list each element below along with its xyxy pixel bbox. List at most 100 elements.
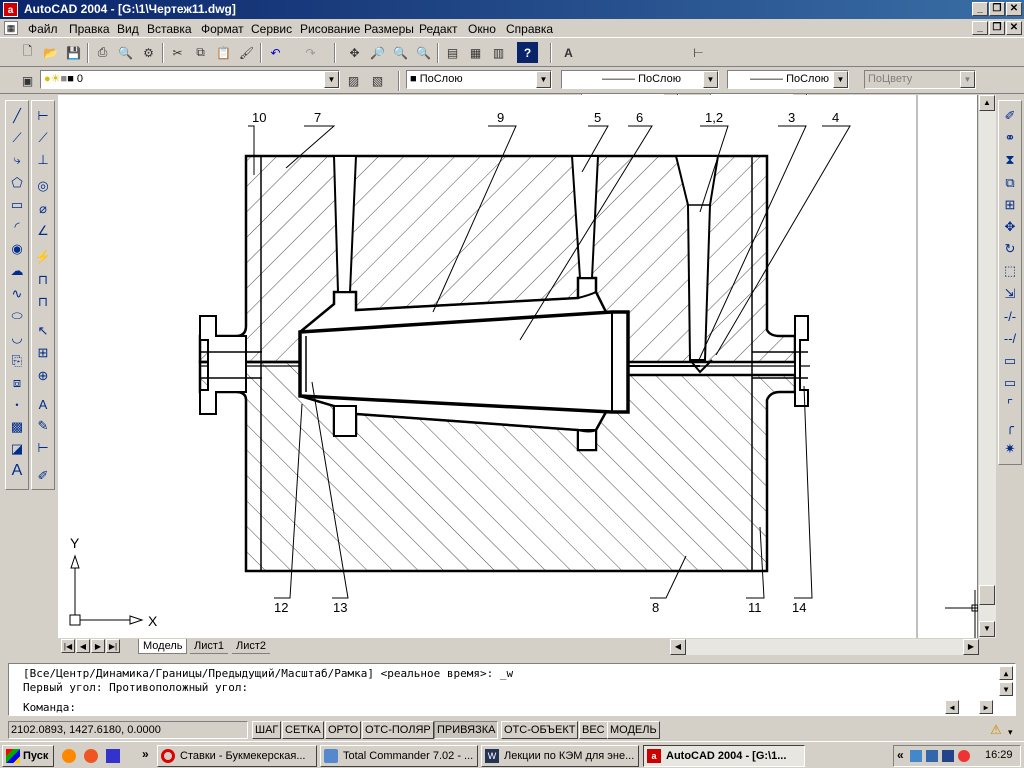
color-select[interactable]: ■ ПоСлою ▼ [406, 70, 552, 89]
stretch-icon[interactable]: ⇲ [1000, 284, 1020, 304]
start-button[interactable]: Пуск [2, 745, 54, 767]
ordinate-dim-icon[interactable]: ⊥ [33, 150, 53, 170]
app-icon[interactable]: a [3, 2, 18, 17]
arc-icon[interactable]: ◜ [7, 217, 27, 237]
rotate-icon[interactable]: ↻ [1000, 239, 1020, 259]
aligned-dim-icon[interactable]: ⟋ [33, 128, 53, 148]
grid-toggle[interactable]: СЕТКА [282, 721, 324, 739]
make-block-icon[interactable]: ⧈ [7, 373, 27, 393]
menu-window[interactable]: Окно [468, 22, 496, 36]
layer-manager-icon[interactable]: ▣ [17, 70, 38, 91]
menu-edit[interactable]: Правка [69, 22, 110, 36]
redo-icon[interactable]: ↷ [300, 42, 321, 63]
tab-model[interactable]: Модель [138, 639, 188, 654]
rectangle-icon[interactable]: ▭ [7, 195, 27, 215]
dim-update-icon[interactable]: ⊢ [33, 438, 53, 458]
coordinates-readout[interactable]: 2102.0893, 1427.6180, 0.0000 [8, 721, 248, 739]
continue-dim-icon[interactable]: ⊓ [33, 292, 53, 312]
scale-icon[interactable]: ⬚ [1000, 261, 1020, 281]
dim-edit-icon[interactable]: A [33, 394, 53, 414]
cmd-scroll-up[interactable]: ▲ [999, 666, 1013, 680]
save-quicklaunch-icon[interactable] [106, 749, 120, 763]
menu-insert[interactable]: Вставка [147, 22, 192, 36]
linear-dim-icon[interactable]: ⊢ [33, 106, 53, 126]
extend-icon[interactable]: --/ [1000, 328, 1020, 348]
break-at-point-icon[interactable]: ▭ [1000, 351, 1020, 371]
dim-style-manager-icon[interactable]: ✐ [33, 466, 53, 486]
chamfer-icon[interactable]: ⌜ [1000, 395, 1020, 415]
angular-dim-icon[interactable]: ∠ [33, 221, 53, 241]
help-icon[interactable]: ? [517, 42, 538, 63]
minimize-button[interactable]: _ [972, 2, 988, 16]
mtext-icon[interactable]: A [7, 461, 27, 481]
baseline-dim-icon[interactable]: ⊓ [33, 270, 53, 290]
document-icon[interactable]: ▦ [4, 21, 18, 35]
dim-text-edit-icon[interactable]: ✎ [33, 416, 53, 436]
firefox-quicklaunch-icon[interactable] [62, 749, 76, 763]
menu-dimension[interactable]: Размеры [364, 22, 414, 36]
polyline-icon[interactable]: ⤷ [7, 150, 27, 170]
polar-toggle[interactable]: ОТС-ПОЛЯР [362, 721, 434, 739]
copy-object-icon[interactable]: ⚭ [1000, 128, 1020, 148]
print-icon[interactable]: ⎙ [92, 42, 113, 63]
lineweight-select[interactable]: ——— ПоСлою ▼ [727, 70, 849, 89]
osnap-toggle[interactable]: ПРИВЯЗКА [434, 721, 499, 739]
lineweight-toggle[interactable]: ВЕС [579, 721, 608, 739]
snap-toggle[interactable]: ШАГ [252, 721, 282, 739]
zoom-previous-icon[interactable]: 🔍 [413, 42, 434, 63]
menu-modify[interactable]: Редакт [419, 22, 457, 36]
cmd-scroll-down[interactable]: ▼ [999, 682, 1013, 696]
browser-quicklaunch-icon[interactable] [84, 749, 98, 763]
publish-icon[interactable]: ⚙ [138, 42, 159, 63]
vertical-scrollbar[interactable]: ▲ ▼ [979, 95, 996, 638]
scroll-thumb[interactable] [979, 585, 995, 605]
region-icon[interactable]: ◪ [7, 439, 27, 459]
save-icon[interactable]: 💾 [63, 42, 84, 63]
quick-dim-icon[interactable]: ⚡ [33, 247, 53, 267]
task-autocad[interactable]: a AutoCAD 2004 - [G:\1... [643, 745, 805, 767]
ellipse-icon[interactable]: ⬭ [7, 306, 27, 326]
undo-icon[interactable]: ↶ [265, 42, 286, 63]
center-mark-icon[interactable]: ⊕ [33, 366, 53, 386]
antivirus-icon[interactable] [958, 750, 970, 762]
tray-expand-icon[interactable]: « [897, 748, 904, 762]
quicklaunch-overflow-icon[interactable]: » [142, 747, 149, 761]
doc-minimize-button[interactable]: _ [972, 21, 988, 35]
scroll-left-button[interactable]: ◀ [670, 639, 686, 655]
offset-icon[interactable]: ⧉ [1000, 173, 1020, 193]
menu-draw[interactable]: Рисование [300, 22, 360, 36]
spline-icon[interactable]: ∿ [7, 284, 27, 304]
ortho-toggle[interactable]: ОРТО [325, 721, 362, 739]
scroll-up-button[interactable]: ▲ [979, 95, 995, 111]
layer-select[interactable]: ●☀■■ 0 ▼ [40, 70, 340, 89]
quick-leader-icon[interactable]: ↖ [33, 321, 53, 341]
zoom-window-icon[interactable]: 🔍 [390, 42, 411, 63]
pan-icon[interactable]: ✥ [344, 42, 365, 63]
preview-icon[interactable]: 🔍 [115, 42, 136, 63]
circle-icon[interactable]: ◉ [7, 239, 27, 259]
radius-dim-icon[interactable]: ◎ [33, 176, 53, 196]
construction-line-icon[interactable]: ⟋ [7, 128, 27, 148]
dim-style-icon[interactable]: ⊢ [688, 42, 709, 63]
mirror-icon[interactable]: ⧗ [1000, 150, 1020, 170]
cmd-scroll-right[interactable]: ▶ [979, 700, 993, 714]
break-icon[interactable]: ▭ [1000, 373, 1020, 393]
fillet-icon[interactable]: ╭ [1000, 417, 1020, 437]
menu-file[interactable]: Файл [28, 22, 58, 36]
revision-cloud-icon[interactable]: ☁ [7, 261, 27, 281]
text-style-icon[interactable]: A [558, 42, 579, 63]
menu-tools[interactable]: Сервис [251, 22, 292, 36]
horizontal-scrollbar[interactable]: ◀ ▶ [670, 639, 979, 655]
scroll-right-button[interactable]: ▶ [963, 639, 979, 655]
menu-view[interactable]: Вид [117, 22, 139, 36]
network-icon[interactable] [910, 750, 922, 762]
otrack-toggle[interactable]: ОТС-ОБЪЕКТ [501, 721, 579, 739]
erase-icon[interactable]: ✐ [1000, 106, 1020, 126]
scroll-down-button[interactable]: ▼ [979, 621, 995, 637]
array-icon[interactable]: ⊞ [1000, 195, 1020, 215]
task-word[interactable]: W Лекции по КЭМ для эне... [481, 745, 639, 767]
point-icon[interactable]: • [7, 395, 27, 415]
match-properties-icon[interactable]: 🖌 [236, 42, 257, 63]
menu-help[interactable]: Справка [506, 22, 553, 36]
menu-format[interactable]: Формат [201, 22, 244, 36]
